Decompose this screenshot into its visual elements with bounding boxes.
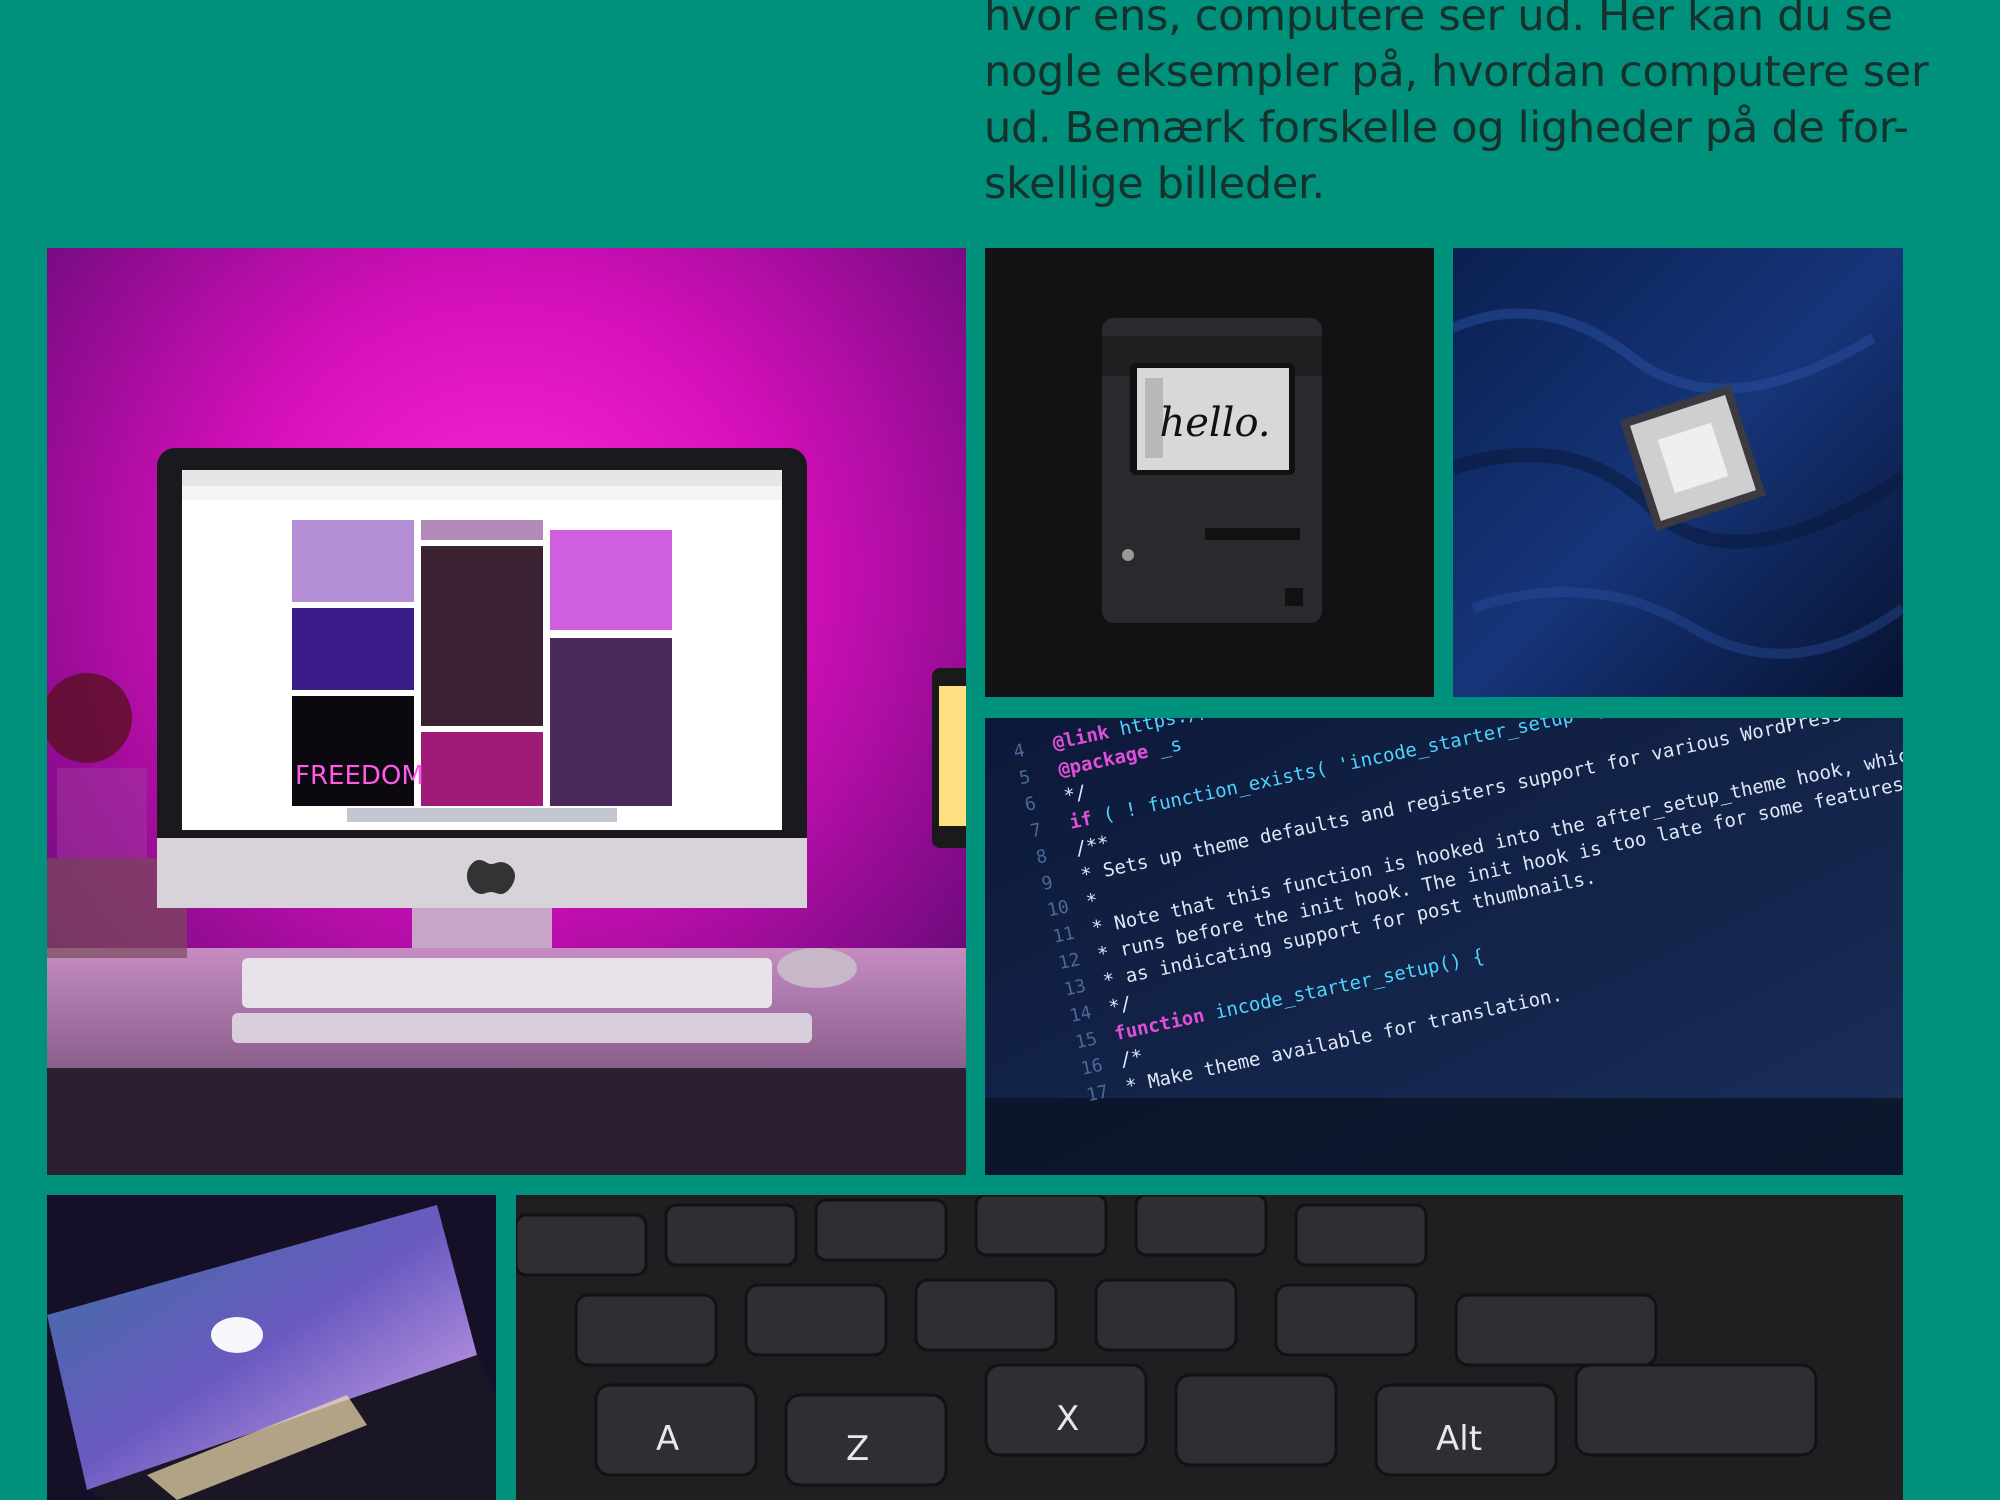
photo-retro-mac: hello.	[985, 248, 1434, 697]
code-line-number: 16	[1079, 1055, 1105, 1080]
imac-desk-illustration: FREEDOM	[47, 248, 966, 1175]
photo-laptop-glow	[47, 1195, 496, 1500]
cpu-chip-illustration	[1453, 248, 1903, 697]
apple-logo-icon	[1122, 549, 1134, 561]
intro-line: ud. Bemærk forskelle og ligheder på de f…	[984, 103, 1909, 153]
code-line-number: 11	[1051, 923, 1077, 948]
key-label: Z	[846, 1429, 869, 1469]
photo-cpu-chip	[1453, 248, 1903, 697]
code-line: */	[1107, 992, 1134, 1018]
photo-keyboard-closeup: A Z X Alt	[516, 1195, 1903, 1500]
key-label: X	[1056, 1399, 1079, 1439]
code-line: /*	[1118, 1045, 1145, 1071]
apple-logo-icon	[467, 860, 515, 894]
code-line: */	[1062, 781, 1089, 807]
code-line-number: 17	[1085, 1081, 1111, 1106]
retro-mac-illustration: hello.	[985, 248, 1434, 697]
intro-line: skellige billeder.	[984, 159, 1325, 209]
code-line-number: 10	[1045, 896, 1071, 921]
apple-logo-icon	[211, 1317, 263, 1353]
intro-paragraph: hvor ens, computere ser ud. Her kan du s…	[984, 0, 1929, 212]
intro-line: nogle eksempler på, hvordan computere se…	[984, 47, 1929, 97]
code-line-number: 13	[1062, 976, 1088, 1001]
code-line-number: 14	[1068, 1002, 1094, 1027]
code-line-number: 15	[1073, 1028, 1099, 1053]
code-screen-illustration: 4@link https://deve5@package _s6*/7if ( …	[985, 718, 1903, 1175]
photo-code-screen: 4@link https://deve5@package _s6*/7if ( …	[985, 718, 1903, 1175]
keyboard-closeup-illustration: A Z X Alt	[516, 1195, 1903, 1500]
photo-imac-desk: FREEDOM	[47, 248, 966, 1175]
freedom-neon-sign: FREEDOM	[295, 761, 424, 791]
laptop-glow-illustration	[47, 1195, 496, 1500]
key-label: A	[656, 1419, 679, 1459]
code-line-number: 12	[1057, 949, 1083, 974]
key-label: Alt	[1436, 1419, 1482, 1459]
intro-line: hvor ens, computere ser ud. Her kan du s…	[984, 0, 1893, 41]
hello-screen-text: hello.	[1159, 400, 1270, 446]
